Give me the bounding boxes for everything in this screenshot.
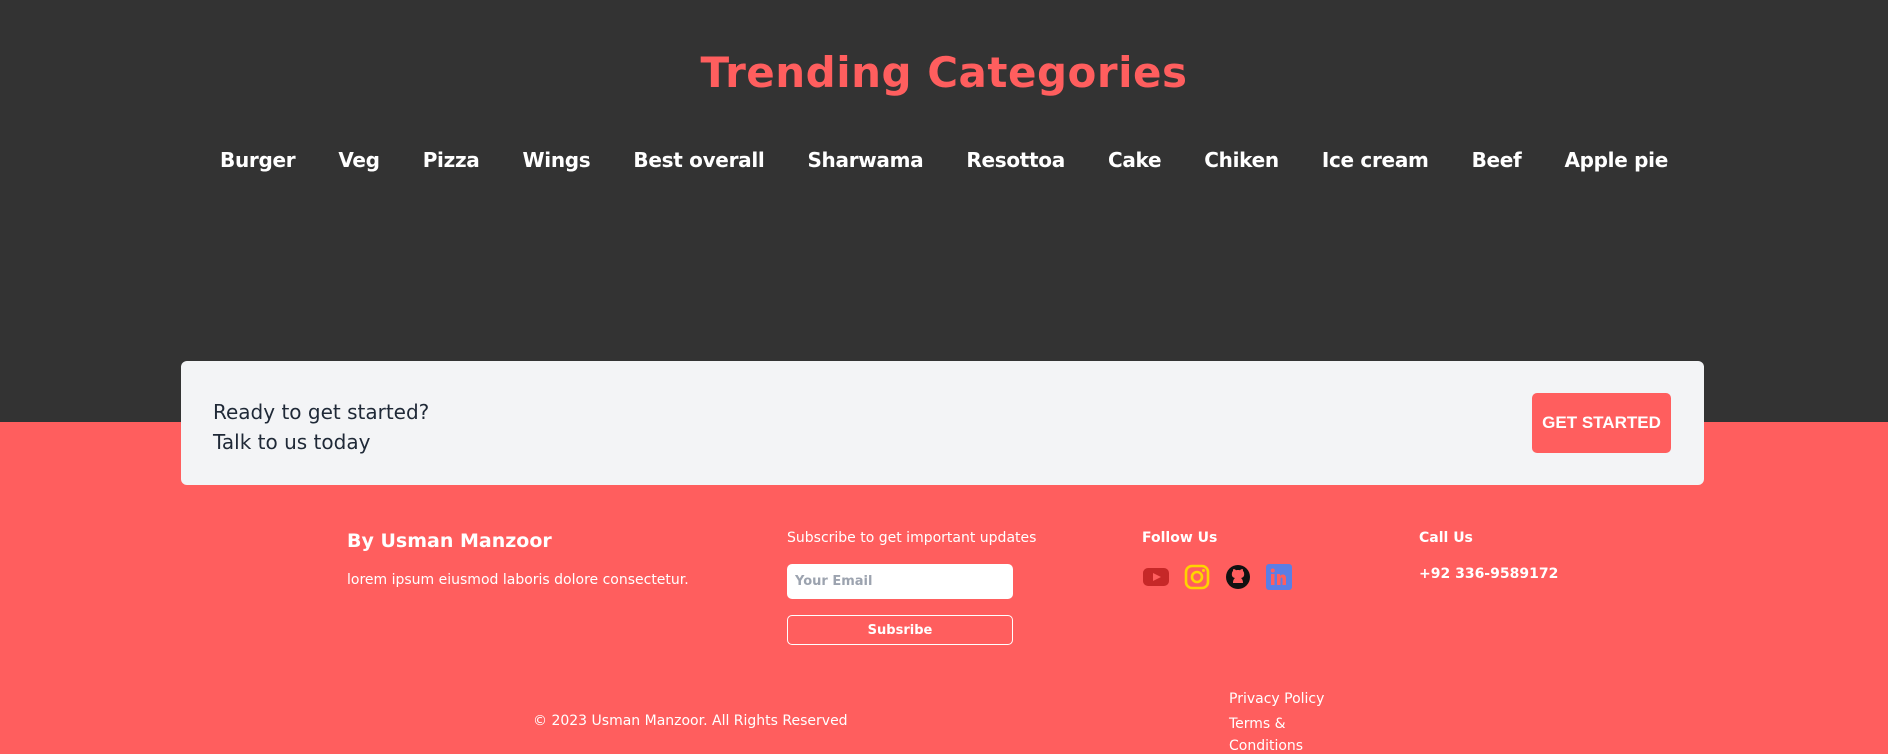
cta-line-1: Ready to get started?	[213, 400, 430, 424]
section-title: Trending Categories	[700, 48, 1188, 97]
youtube-icon[interactable]	[1142, 563, 1170, 591]
cta-line-2: Talk to us today	[213, 430, 371, 454]
privacy-link[interactable]: Privacy Policy	[1229, 691, 1324, 707]
footer-description: lorem ipsum eiusmod laboris dolore conse…	[347, 572, 689, 588]
github-icon[interactable]	[1224, 563, 1252, 591]
cta-card: Ready to get started? Talk to us today G…	[181, 361, 1704, 485]
cta-text: Ready to get started? Talk to us today	[213, 397, 429, 457]
phone-number[interactable]: +92 336-9589172	[1419, 566, 1558, 582]
category-item[interactable]: Apple pie	[1564, 148, 1668, 172]
terms-link[interactable]: Terms & Conditions	[1229, 713, 1329, 754]
category-item[interactable]: Veg	[338, 148, 380, 172]
copyright: © 2023 Usman Manzoor. All Rights Reserve…	[533, 713, 848, 729]
category-item[interactable]: Resottoa	[966, 148, 1065, 172]
subscribe-button[interactable]: Subsribe	[787, 615, 1013, 645]
category-item[interactable]: Ice cream	[1322, 148, 1429, 172]
category-item[interactable]: Cake	[1108, 148, 1162, 172]
subscribe-label: Subscribe to get important updates	[787, 530, 1037, 546]
category-item[interactable]: Sharwama	[807, 148, 923, 172]
call-label: Call Us	[1419, 530, 1473, 546]
instagram-icon[interactable]	[1183, 563, 1211, 591]
category-item[interactable]: Burger	[220, 148, 296, 172]
footer-author: By Usman Manzoor	[347, 530, 552, 552]
get-started-button[interactable]: GET STARTED	[1532, 393, 1671, 453]
category-item[interactable]: Best overall	[633, 148, 764, 172]
social-icons	[1142, 563, 1293, 591]
category-item[interactable]: Beef	[1472, 148, 1522, 172]
follow-label: Follow Us	[1142, 530, 1218, 546]
category-list: Burger Veg Pizza Wings Best overall Shar…	[0, 148, 1888, 172]
trending-section: Trending Categories Burger Veg Pizza Win…	[0, 0, 1888, 422]
email-input[interactable]	[787, 564, 1013, 599]
category-item[interactable]: Pizza	[423, 148, 480, 172]
category-item[interactable]: Wings	[523, 148, 591, 172]
linkedin-icon[interactable]	[1265, 563, 1293, 591]
category-item[interactable]: Chiken	[1204, 148, 1279, 172]
